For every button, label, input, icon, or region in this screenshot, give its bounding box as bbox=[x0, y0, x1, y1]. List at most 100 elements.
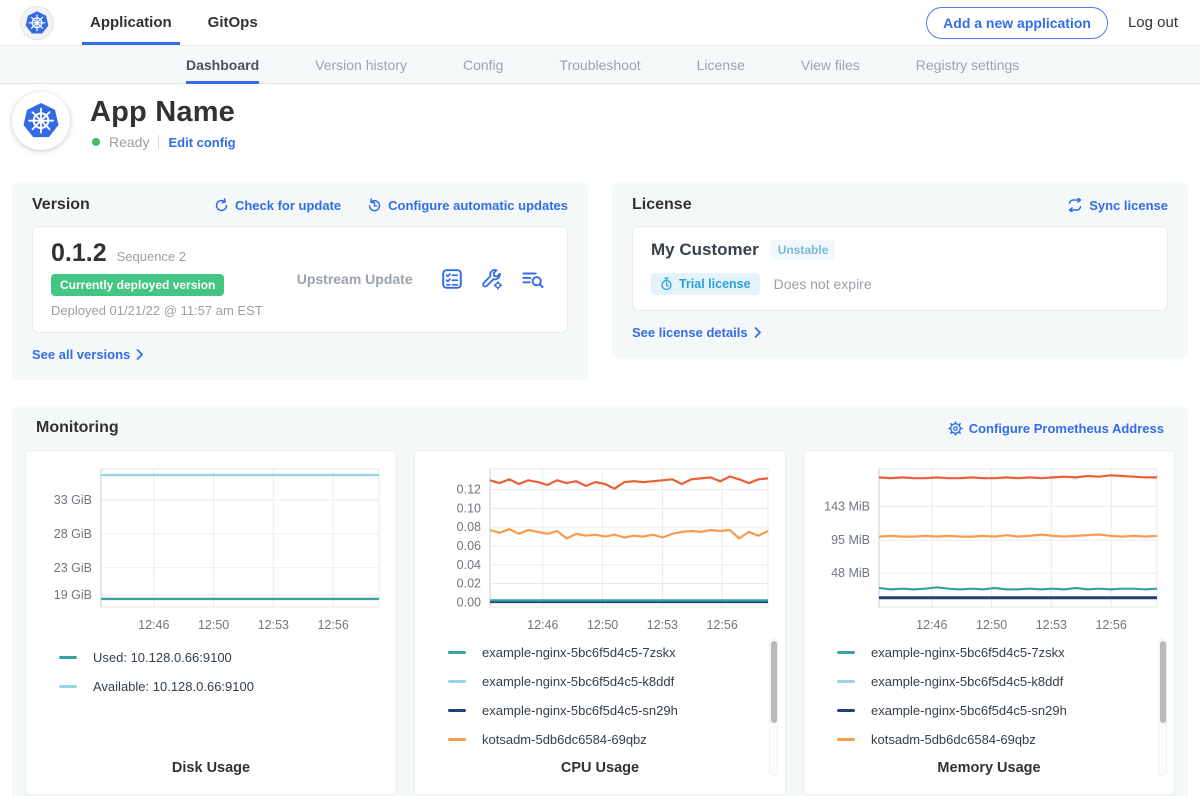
svg-text:12:53: 12:53 bbox=[258, 618, 289, 632]
svg-text:33 GiB: 33 GiB bbox=[54, 493, 92, 507]
preflight-checklist-icon[interactable] bbox=[441, 268, 463, 290]
clock-arrow-icon bbox=[367, 198, 382, 213]
chevron-right-icon bbox=[136, 349, 144, 360]
view-files-diff-icon[interactable] bbox=[521, 268, 545, 290]
trial-license-badge: Trial license bbox=[651, 273, 760, 295]
edit-config-link[interactable]: Edit config bbox=[168, 135, 235, 150]
log-out-button[interactable]: Log out bbox=[1128, 14, 1178, 31]
legend-color-dash bbox=[448, 738, 466, 741]
currently-deployed-badge: Currently deployed version bbox=[51, 274, 224, 296]
configure-prometheus-link[interactable]: Configure Prometheus Address bbox=[948, 421, 1164, 436]
version-card: Version Check for update bbox=[12, 182, 588, 380]
legend-color-dash bbox=[59, 656, 77, 659]
app-header: App Name Ready Edit config bbox=[0, 84, 1200, 178]
svg-text:12:46: 12:46 bbox=[527, 618, 558, 630]
check-for-update-link[interactable]: Check for update bbox=[214, 198, 341, 213]
top-nav: Application GitOps Add a new application… bbox=[0, 0, 1200, 46]
configure-automatic-updates-label: Configure automatic updates bbox=[388, 198, 568, 213]
legend-item: example-nginx-5bc6f5d4c5-7zskx bbox=[448, 638, 774, 667]
subtab-view-files[interactable]: View files bbox=[801, 46, 860, 83]
svg-text:12:50: 12:50 bbox=[976, 618, 1007, 630]
legend-color-dash bbox=[837, 651, 855, 654]
legend-label: kotsadm-5db6dc6584-69qbz bbox=[871, 732, 1036, 747]
deployed-timestamp: Deployed 01/21/22 @ 11:57 am EST bbox=[51, 303, 263, 318]
legend-item: example-nginx-5bc6f5d4c5-7zskx bbox=[837, 638, 1163, 667]
memory-usage-chart: 48 MiB95 MiB143 MiB12:4612:5012:5312:56 bbox=[815, 461, 1163, 630]
legend-color-dash bbox=[837, 680, 855, 683]
tab-gitops[interactable]: GitOps bbox=[206, 0, 260, 45]
legend-label: Used: 10.128.0.66:9100 bbox=[93, 650, 232, 665]
svg-text:12:50: 12:50 bbox=[198, 618, 229, 632]
app-kubernetes-icon bbox=[21, 101, 61, 141]
svg-text:12:46: 12:46 bbox=[916, 618, 947, 630]
legend-item: example-nginx-5bc6f5d4c5-sn29h bbox=[837, 696, 1163, 725]
svg-text:19 GiB: 19 GiB bbox=[54, 588, 92, 602]
tab-application-label: Application bbox=[90, 14, 172, 31]
subtab-config[interactable]: Config bbox=[463, 46, 503, 83]
trial-license-label: Trial license bbox=[679, 277, 751, 291]
see-license-details-link[interactable]: See license details bbox=[632, 325, 762, 340]
kubernetes-logo-icon bbox=[24, 10, 50, 36]
status-dot bbox=[92, 138, 100, 146]
svg-text:0.12: 0.12 bbox=[457, 483, 481, 497]
divider bbox=[158, 135, 159, 149]
subtab-dashboard[interactable]: Dashboard bbox=[186, 46, 259, 83]
cpu-usage-legend: example-nginx-5bc6f5d4c5-7zskx example-ng… bbox=[426, 638, 774, 754]
legend-label: example-nginx-5bc6f5d4c5-7zskx bbox=[871, 645, 1065, 660]
configure-automatic-updates-link[interactable]: Configure automatic updates bbox=[367, 198, 568, 213]
legend-color-dash bbox=[837, 709, 855, 712]
edit-config-wrench-icon[interactable] bbox=[481, 268, 503, 290]
sync-license-link[interactable]: Sync license bbox=[1067, 198, 1168, 213]
see-license-details-label: See license details bbox=[632, 325, 748, 340]
svg-text:12:53: 12:53 bbox=[647, 618, 678, 630]
subtab-troubleshoot[interactable]: Troubleshoot bbox=[559, 46, 640, 83]
kubernetes-logo[interactable] bbox=[20, 0, 54, 45]
license-card-title: License bbox=[632, 196, 692, 214]
monitoring-section: Monitoring Configure Prometheus Address bbox=[12, 406, 1188, 796]
legend-item: example-nginx-5bc6f5d4c5-k8ddf bbox=[448, 667, 774, 696]
svg-text:0.00: 0.00 bbox=[457, 595, 481, 609]
channel-badge: Unstable bbox=[771, 240, 836, 260]
legend-item: example-nginx-5bc6f5d4c5-sn29h bbox=[448, 696, 774, 725]
legend-label: example-nginx-5bc6f5d4c5-k8ddf bbox=[871, 674, 1063, 689]
app-status-text: Ready bbox=[109, 134, 149, 150]
legend-scrollbar-thumb[interactable] bbox=[1160, 641, 1166, 723]
disk-usage-chart-title: Disk Usage bbox=[37, 754, 385, 784]
see-all-versions-label: See all versions bbox=[32, 347, 130, 362]
cpu-usage-chart-card: 0.000.020.040.060.080.100.1212:4612:5012… bbox=[414, 450, 786, 795]
version-sequence: Sequence 2 bbox=[117, 249, 186, 264]
svg-text:95 MiB: 95 MiB bbox=[831, 533, 870, 547]
sync-license-label: Sync license bbox=[1089, 198, 1168, 213]
app-logo bbox=[12, 92, 70, 150]
legend-label: example-nginx-5bc6f5d4c5-sn29h bbox=[482, 703, 678, 718]
kots-dashboard-page: Application GitOps Add a new application… bbox=[0, 0, 1200, 796]
legend-label: Available: 10.128.0.66:9100 bbox=[93, 679, 254, 694]
subtab-version-history[interactable]: Version history bbox=[315, 46, 407, 83]
legend-label: example-nginx-5bc6f5d4c5-7zskx bbox=[482, 645, 676, 660]
svg-text:12:56: 12:56 bbox=[1095, 618, 1126, 630]
see-all-versions-link[interactable]: See all versions bbox=[32, 347, 144, 362]
version-number: 0.1.2 bbox=[51, 239, 107, 268]
legend-color-dash bbox=[448, 651, 466, 654]
stopwatch-icon bbox=[660, 277, 673, 291]
sync-arrows-icon bbox=[1067, 198, 1083, 212]
memory-usage-legend: example-nginx-5bc6f5d4c5-7zskx example-ng… bbox=[815, 638, 1163, 754]
subtab-registry-settings[interactable]: Registry settings bbox=[916, 46, 1019, 83]
svg-text:0.08: 0.08 bbox=[457, 520, 481, 534]
memory-usage-chart-card: 48 MiB95 MiB143 MiB12:4612:5012:5312:56 … bbox=[803, 450, 1175, 795]
tab-application[interactable]: Application bbox=[88, 0, 174, 45]
legend-scrollbar[interactable] bbox=[1158, 638, 1167, 776]
subtab-license[interactable]: License bbox=[697, 46, 745, 83]
app-name-title: App Name bbox=[90, 96, 235, 129]
svg-text:12:53: 12:53 bbox=[1036, 618, 1067, 630]
svg-text:0.04: 0.04 bbox=[457, 558, 481, 572]
legend-scrollbar-thumb[interactable] bbox=[771, 641, 777, 723]
svg-text:0.06: 0.06 bbox=[457, 539, 481, 553]
cpu-usage-chart: 0.000.020.040.060.080.100.1212:4612:5012… bbox=[426, 461, 774, 630]
add-new-application-button[interactable]: Add a new application bbox=[926, 7, 1108, 39]
cpu-usage-chart-title: CPU Usage bbox=[426, 754, 774, 784]
monitoring-title: Monitoring bbox=[36, 419, 119, 437]
svg-text:12:50: 12:50 bbox=[587, 618, 618, 630]
memory-usage-chart-title: Memory Usage bbox=[815, 754, 1163, 784]
legend-scrollbar[interactable] bbox=[769, 638, 778, 776]
